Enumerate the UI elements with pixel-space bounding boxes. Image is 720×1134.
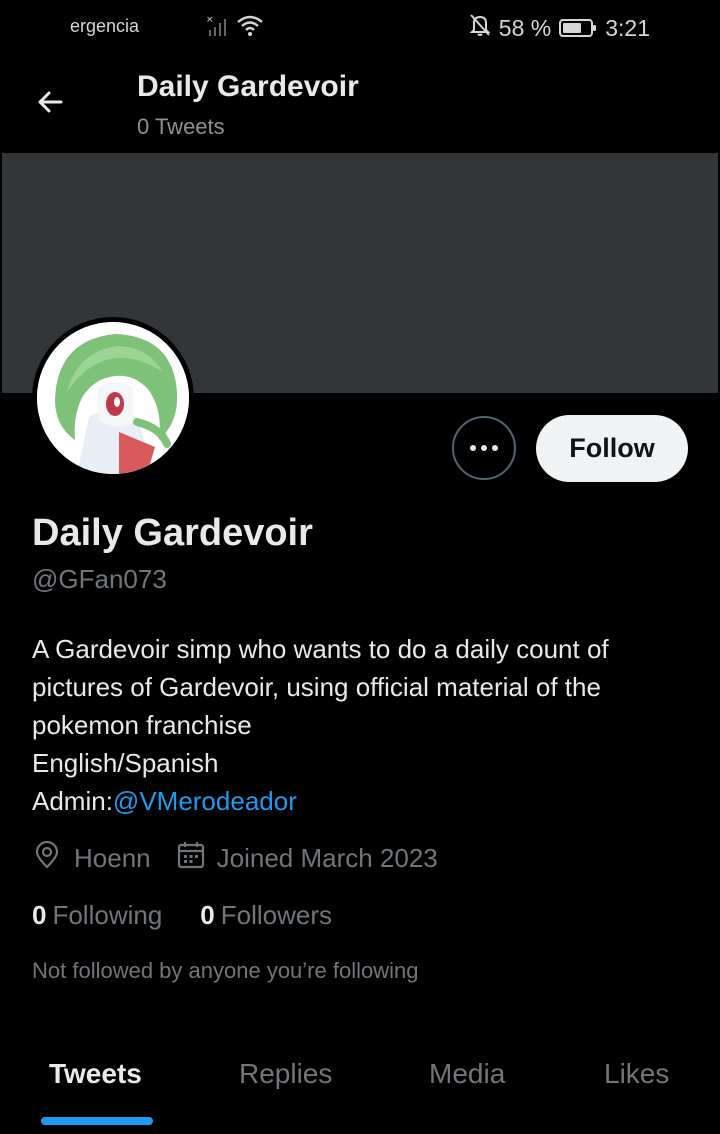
following-link[interactable]: 0 Following — [32, 900, 162, 931]
profile-name: Daily Gardevoir — [32, 512, 313, 554]
more-options-button[interactable] — [452, 416, 516, 480]
followers-count: 0 — [200, 900, 215, 930]
svg-text:×: × — [206, 15, 214, 25]
following-count: 0 — [32, 900, 47, 930]
clock: 3:21 — [605, 14, 650, 41]
joined-date: Joined March 2023 — [177, 840, 438, 877]
tweet-count: 0 Tweets — [137, 114, 225, 139]
arrow-left-icon — [34, 86, 66, 123]
profile-header: Daily Gardevoir 0 Tweets — [0, 56, 720, 153]
avatar[interactable] — [32, 317, 194, 479]
back-button[interactable] — [28, 82, 72, 126]
bio-admin-label: Admin: — [32, 786, 113, 816]
bio-line-2: English/Spanish — [32, 748, 219, 778]
header-title: Daily Gardevoir — [137, 70, 359, 103]
not-followed-note: Not followed by anyone you’re following — [32, 958, 419, 983]
tab-tweets[interactable]: Tweets — [49, 1058, 142, 1090]
avatar-image — [37, 322, 189, 474]
followers-link[interactable]: 0 Followers — [200, 900, 332, 931]
bio-admin-line: Admin:@VMerodeador — [32, 782, 692, 820]
follow-stats: 0 Following 0 Followers — [32, 900, 332, 931]
followers-label: Followers — [220, 900, 333, 930]
profile-tabs: Tweets Replies Media Likes — [0, 1040, 720, 1134]
tab-likes[interactable]: Likes — [604, 1058, 669, 1090]
joined-text: Joined March 2023 — [216, 843, 438, 873]
profile-handle: @GFan073 — [32, 564, 167, 594]
wifi-icon — [236, 14, 264, 43]
bio-line-1: A Gardevoir simp who wants to do a daily… — [32, 634, 609, 740]
tab-media[interactable]: Media — [429, 1058, 505, 1090]
location: Hoenn — [32, 840, 151, 877]
carrier-label: ergencia — [70, 16, 140, 36]
location-pin-icon — [32, 840, 74, 877]
tab-replies[interactable]: Replies — [239, 1058, 332, 1090]
calendar-icon — [177, 840, 217, 877]
bell-off-icon — [469, 13, 491, 43]
signal-icon: × — [206, 14, 230, 43]
admin-mention-link[interactable]: @VMerodeador — [113, 786, 297, 816]
status-bar: ergencia × 58 % 3:21 — [0, 0, 720, 56]
more-horizontal-icon — [469, 439, 499, 457]
profile-meta: Hoenn Joined March 2023 — [32, 840, 438, 877]
following-label: Following — [52, 900, 163, 930]
location-text: Hoenn — [74, 843, 151, 873]
profile-bio: A Gardevoir simp who wants to do a daily… — [32, 630, 692, 820]
follow-button[interactable]: Follow — [536, 415, 688, 482]
active-tab-indicator — [41, 1117, 153, 1125]
battery-percent: 58 % — [498, 14, 552, 41]
battery-icon — [559, 18, 597, 38]
